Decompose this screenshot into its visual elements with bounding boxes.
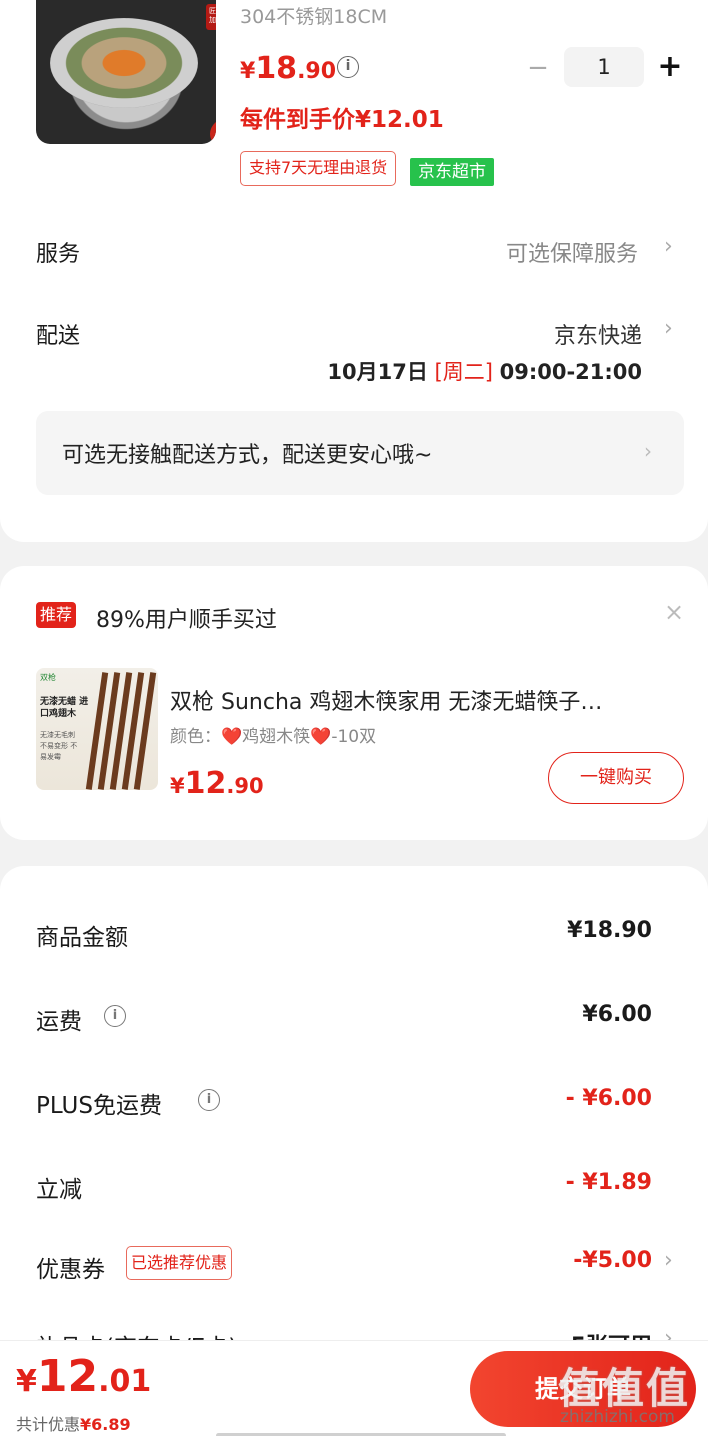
- product-spec: 304不锈钢18CM: [240, 6, 388, 28]
- delivery-time-window: 09:00-21:00: [499, 360, 642, 384]
- info-icon[interactable]: i: [198, 1089, 220, 1111]
- return-policy-tag: 支持7天无理由退货: [240, 151, 397, 186]
- order-product-card: 匠心设计 加大加厚 304不锈钢18CM ¥18.90 i − 1 + 每件到手…: [0, 0, 708, 542]
- delivery-date: 10月17日: [327, 360, 428, 384]
- price-integer: 12: [184, 766, 227, 801]
- recommend-product-price: ¥12.90: [170, 766, 264, 801]
- product-image-bowl: [50, 18, 198, 108]
- summary-label-goods-amount: 商品金额: [36, 925, 128, 951]
- discount-label: 共计优惠: [16, 1415, 81, 1434]
- summary-label-instant-discount: 立减: [36, 1177, 82, 1203]
- total-discount: 共计优惠¥6.89: [16, 1411, 131, 1435]
- final-price-per-item: 每件到手价¥12.01: [240, 107, 444, 133]
- recommend-product-image[interactable]: 双枪 无漆无蜡 进口鸡翅木 无漆无毛刺 不易变形 不易发霉: [36, 668, 158, 790]
- delivery-label: 配送: [36, 324, 81, 349]
- notice-text: 可选无接触配送方式，配送更安心哦~: [62, 443, 433, 468]
- price-decimal: .90: [297, 59, 337, 84]
- recommend-product-name[interactable]: 双枪 Suncha 鸡翅木筷家用 无漆无蜡筷子…: [170, 684, 680, 716]
- image-caption-2: 无漆无毛刺 不易变形 不易发霉: [40, 731, 78, 761]
- recommend-title: 89%用户顺手买过: [96, 608, 277, 633]
- total-decimal: .01: [98, 1364, 152, 1399]
- quantity-input[interactable]: 1: [564, 47, 644, 87]
- summary-label-shipping: 运费: [36, 1009, 82, 1035]
- order-total: ¥12.01: [16, 1351, 151, 1402]
- quantity-increase-button[interactable]: +: [654, 51, 686, 83]
- delivery-time: 10月17日 [周二] 09:00-21:00: [327, 356, 642, 386]
- delivery-carrier: 京东快递: [553, 324, 642, 349]
- summary-value-goods-amount: ¥18.90: [567, 918, 652, 943]
- summary-value-coupon: -¥5.00: [573, 1248, 652, 1273]
- close-icon[interactable]: ×: [664, 598, 684, 626]
- product-image-tomato: [210, 118, 216, 144]
- service-value: 可选保障服务: [505, 242, 638, 267]
- product-image[interactable]: 匠心设计 加大加厚: [36, 0, 216, 144]
- price-decimal: .90: [226, 774, 264, 798]
- recommend-product-variant: 颜色：❤️鸡翅木筷❤️-10双: [170, 727, 377, 747]
- chevron-right-icon: ›: [644, 439, 652, 463]
- delivery-row[interactable]: 配送 京东快递 › 10月17日 [周二] 09:00-21:00: [0, 304, 708, 394]
- price-currency: ¥: [170, 774, 185, 798]
- summary-label-plus-free-shipping: PLUS免运费: [36, 1093, 162, 1119]
- coupon-row[interactable]: 优惠券 已选推荐优惠 -¥5.00 ›: [0, 1238, 708, 1294]
- product-image-sticker: 匠心设计 加大加厚: [206, 4, 216, 30]
- recommend-badge: 推荐: [36, 602, 77, 628]
- info-icon[interactable]: i: [104, 1005, 126, 1027]
- summary-value-instant-discount: - ¥1.89: [565, 1170, 652, 1195]
- one-click-buy-button[interactable]: 一键购买: [548, 752, 684, 804]
- total-integer: 12: [36, 1351, 99, 1402]
- site-watermark-url: zhizhizhi.com: [560, 1407, 675, 1427]
- recommendation-card: 推荐 89%用户顺手买过 × 双枪 无漆无蜡 进口鸡翅木 无漆无毛刺 不易变形 …: [0, 566, 708, 840]
- quantity-decrease-button[interactable]: −: [524, 54, 552, 82]
- product-price: ¥18.90: [240, 50, 336, 91]
- chevron-right-icon: ›: [664, 1248, 673, 1273]
- brand-logo: 双枪: [40, 673, 56, 682]
- chevron-right-icon: ›: [664, 316, 673, 341]
- discount-value: ¥6.89: [80, 1415, 131, 1434]
- coupon-selected-tag: 已选推荐优惠: [126, 1246, 233, 1280]
- summary-label-coupon: 优惠券: [36, 1257, 105, 1283]
- contactless-delivery-notice[interactable]: 可选无接触配送方式，配送更安心哦~ ›: [36, 411, 684, 495]
- jd-supermarket-tag: 京东超市: [410, 158, 494, 186]
- service-row[interactable]: 服务 可选保障服务 ›: [0, 222, 708, 282]
- delivery-weekday: [周二]: [434, 360, 493, 384]
- service-label: 服务: [36, 242, 81, 267]
- chevron-right-icon: ›: [664, 234, 673, 259]
- info-icon[interactable]: i: [337, 56, 359, 78]
- image-caption: 无漆无蜡 进口鸡翅木: [40, 697, 89, 719]
- price-integer: 18: [255, 51, 298, 86]
- total-currency: ¥: [16, 1364, 37, 1399]
- checkout-bar: ¥12.01 共计优惠¥6.89 提交订单 值值值 zhizhizhi.com: [0, 1340, 708, 1436]
- summary-value-shipping: ¥6.00: [582, 1002, 652, 1027]
- summary-value-plus-free-shipping: - ¥6.00: [565, 1086, 652, 1111]
- price-currency: ¥: [240, 59, 256, 84]
